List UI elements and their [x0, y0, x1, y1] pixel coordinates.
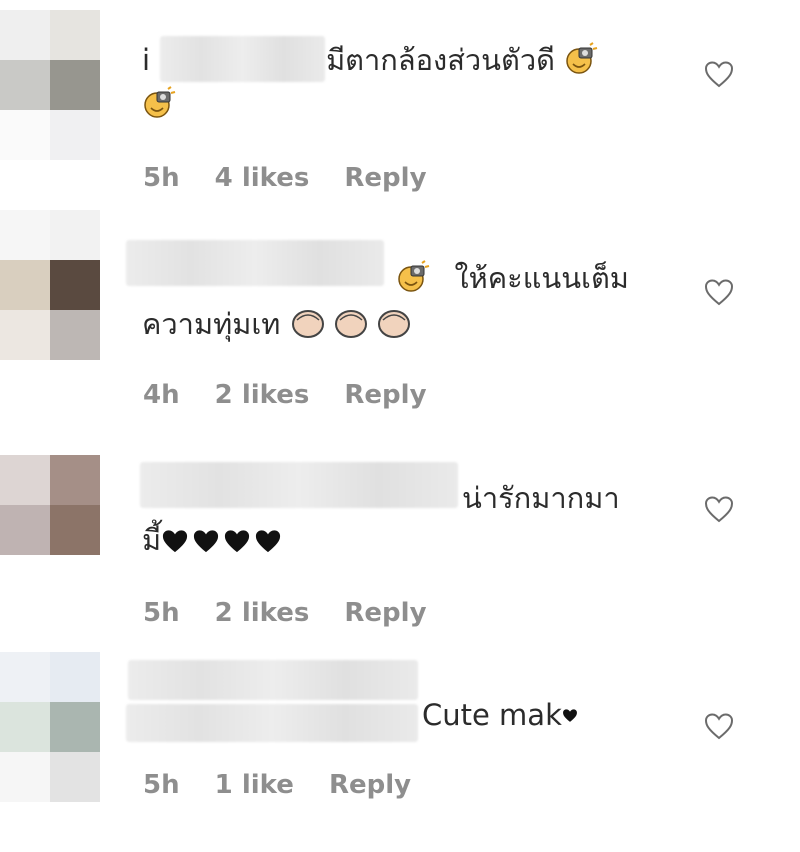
comment-meta: 4h 2 likes Reply [143, 380, 453, 410]
clapping-hands-emoji-icon [334, 310, 367, 338]
blurred-username[interactable] [126, 240, 384, 286]
black-heart-emoji-icon [194, 530, 219, 553]
avatar[interactable] [0, 210, 100, 360]
comment-time[interactable]: 5h [143, 163, 180, 193]
heart-outline-icon[interactable] [704, 60, 734, 88]
comment-text-line1: มีตากล้องส่วนตัวดี [326, 43, 555, 77]
clapping-hands-emoji-icon [378, 310, 411, 338]
comment-text-line2-text: มี้ [142, 523, 162, 557]
comment-text-line2 [142, 82, 176, 126]
avatar[interactable] [0, 10, 100, 160]
blurred-username[interactable] [140, 462, 458, 508]
heart-outline-icon[interactable] [704, 278, 734, 306]
comment-likes[interactable]: 2 likes [215, 598, 310, 628]
comment-time[interactable]: 4h [143, 380, 180, 410]
comment-likes[interactable]: 2 likes [215, 380, 310, 410]
comment-time[interactable]: 5h [143, 598, 180, 628]
heart-outline-icon[interactable] [704, 712, 734, 740]
comment-text: i มีตากล้องส่วนตัวดี [142, 38, 598, 82]
black-heart-emoji-icon [225, 530, 250, 553]
comment-text: Cute mak [422, 693, 578, 737]
comment-text-line1: น่ารักมากมา [462, 481, 620, 515]
comment-text-line2-text: ความทุ่มเท [142, 307, 281, 341]
comment-text-line1: ให้คะแนนเต็ม [454, 261, 629, 295]
black-heart-emoji-icon [562, 709, 577, 722]
black-heart-emoji-icon [256, 530, 281, 553]
reply-button[interactable]: Reply [344, 163, 426, 193]
comment-text-line1: Cute mak [422, 698, 562, 732]
comment-text: ให้คะแนนเต็ม [396, 256, 629, 300]
comment-meta: 5h 2 likes Reply [143, 598, 453, 628]
comment-meta: 5h 4 likes Reply [143, 163, 453, 193]
comment-text: น่ารักมากมา [462, 476, 620, 520]
avatar[interactable] [0, 652, 100, 802]
comment-likes[interactable]: 4 likes [215, 163, 310, 193]
reply-button[interactable]: Reply [329, 770, 411, 800]
comment-text-line2: ความทุ่มเท [142, 302, 411, 346]
reply-button[interactable]: Reply [344, 598, 426, 628]
blurred-username[interactable] [126, 704, 418, 742]
heart-outline-icon[interactable] [704, 495, 734, 523]
blurred-username[interactable] [128, 660, 418, 700]
camera-flash-face-emoji-icon [566, 42, 598, 74]
avatar[interactable] [0, 455, 100, 555]
reply-button[interactable]: Reply [344, 380, 426, 410]
comment-time[interactable]: 5h [143, 770, 180, 800]
black-heart-emoji-icon [163, 530, 188, 553]
camera-flash-face-emoji-icon [144, 86, 176, 118]
clapping-hands-emoji-icon [291, 310, 324, 338]
comment-likes[interactable]: 1 like [215, 770, 294, 800]
comment-meta: 5h 1 like Reply [143, 770, 437, 800]
comment-text-prefix: i [142, 43, 151, 77]
comment-text-line2: มี้ [142, 518, 285, 562]
camera-flash-face-emoji-icon [398, 260, 430, 292]
